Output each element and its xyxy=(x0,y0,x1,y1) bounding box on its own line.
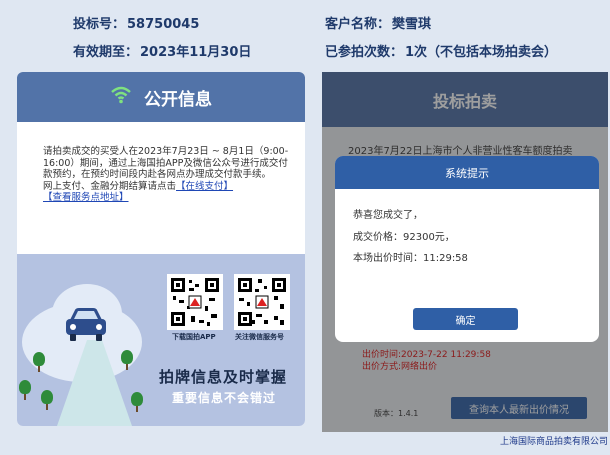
confirm-button[interactable]: 确定 xyxy=(413,308,518,330)
client-name-value: 樊雪琪 xyxy=(392,17,432,32)
slogan-main: 拍牌信息及时掌握 xyxy=(159,368,288,386)
app-qr-code xyxy=(167,274,223,330)
valid-until: 有效期至： 2023年11月30日 xyxy=(73,41,251,60)
car-icon xyxy=(66,308,106,341)
online-pay-line: 网上支付、金融分期结算请点击【在线支付】 xyxy=(43,181,293,193)
attended-count-label: 已参拍次数： xyxy=(325,45,404,60)
notice-paragraph: 请拍卖成交的买受人在2023年7月23日 ~ 8月1日（9:00-16:00）期… xyxy=(43,146,289,181)
online-pay-link[interactable]: 【在线支付】 xyxy=(176,181,233,192)
wechat-qr-label: 关注微信服务号 xyxy=(235,333,284,341)
valid-until-value: 2023年11月30日 xyxy=(140,45,252,60)
public-info-panel: 公开信息 请拍卖成交的买受人在2023年7月23日 ~ 8月1日（9:00-16… xyxy=(17,72,305,426)
system-alert-dialog: 系统提示 恭喜您成交了， 成交价格：92300元， 本场出价时间：11:29:5… xyxy=(335,156,599,342)
public-info-header: 公开信息 xyxy=(17,72,305,122)
valid-until-label: 有效期至： xyxy=(73,45,139,60)
wifi-icon xyxy=(110,86,132,108)
bid-number-label: 投标号： xyxy=(73,17,126,32)
dialog-title: 系统提示 xyxy=(335,156,599,189)
bid-number: 投标号： 58750045 xyxy=(73,13,199,32)
client-name: 客户名称： 樊雪琪 xyxy=(325,13,431,32)
app-qr-label: 下载国拍APP xyxy=(172,333,216,341)
service-points-link[interactable]: 【查看服务点地址】 xyxy=(43,192,129,203)
attended-count: 已参拍次数： 1次（不包括本场拍卖会） xyxy=(325,41,557,60)
notice-paragraph-2: 网上支付、金融分期结算请点击 xyxy=(43,180,177,192)
attended-count-value: 1次（不包括本场拍卖会） xyxy=(405,45,558,60)
deal-price-text: 成交价格：92300元， xyxy=(353,232,455,243)
company-footer[interactable]: 上海国际商品拍卖有限公司 xyxy=(500,434,608,447)
payment-notice: 请拍卖成交的买受人在2023年7月23日 ~ 8月1日（9:00-16:00）期… xyxy=(43,146,293,204)
client-name-label: 客户名称： xyxy=(325,17,391,32)
promo-banner: 下载国拍APP 关注微信服务号 拍牌信息及时掌握 重要信息不会错过 xyxy=(17,254,305,426)
bid-time-dialog-text: 本场出价时间：11:29:58 xyxy=(353,253,468,264)
congrats-text: 恭喜您成交了， xyxy=(353,210,423,221)
public-info-title: 公开信息 xyxy=(144,89,212,110)
slogan-sub: 重要信息不会错过 xyxy=(172,391,277,405)
wechat-qr-code xyxy=(234,274,290,330)
bid-number-value: 58750045 xyxy=(127,17,200,32)
